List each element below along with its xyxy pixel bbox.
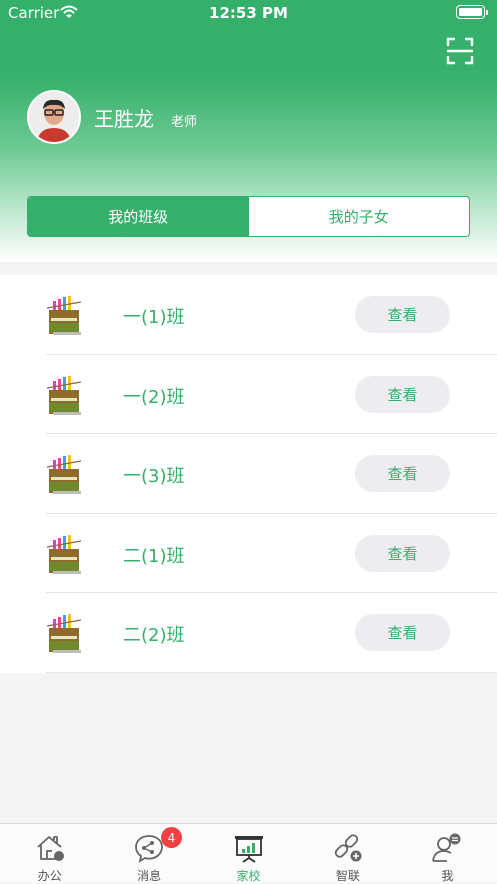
segmented-control: 我的班级 我的子女	[27, 196, 470, 237]
battery-icon	[456, 5, 488, 19]
view-button[interactable]: 查看	[355, 534, 450, 572]
class-row[interactable]: 一(3)班 查看	[0, 434, 497, 514]
class-box-icon	[46, 614, 82, 653]
tab-label: 家校	[236, 869, 261, 883]
class-row[interactable]: 一(2)班 查看	[0, 355, 497, 434]
divider	[46, 671, 497, 673]
tab-smart-link[interactable]: 智联	[298, 824, 397, 883]
class-row[interactable]: 二(2)班 查看	[0, 593, 497, 673]
link-plus-icon	[334, 834, 362, 862]
class-box-icon	[46, 534, 82, 574]
status-bar: Carrier 12:53 PM	[0, 0, 497, 26]
class-box-icon	[46, 375, 82, 415]
header: Carrier 12:53 PM 王胜龙 老师 我的班级 我的子女	[0, 0, 497, 262]
profile-icon	[432, 833, 461, 862]
tab-my-children[interactable]: 我的子女	[249, 197, 470, 236]
class-box-icon	[46, 455, 82, 494]
user-name: 王胜龙	[94, 107, 154, 131]
view-button[interactable]: 查看	[355, 455, 450, 492]
user-role: 老师	[171, 115, 198, 130]
class-box-icon	[46, 296, 82, 335]
class-row[interactable]: 一(1)班 查看	[0, 275, 497, 355]
tab-label: 智联	[335, 869, 360, 883]
tab-messages[interactable]: 消息	[99, 824, 198, 883]
view-button[interactable]: 查看	[355, 614, 450, 651]
class-list: 一(1)班 查看 一(2)班 查看 一(3)班 查看 二(1)班 查看 二(2)…	[0, 275, 497, 673]
tab-home-school[interactable]: 家校	[199, 824, 298, 883]
class-name: 二(1)班	[123, 545, 185, 567]
tab-label: 消息	[137, 869, 162, 883]
tab-me[interactable]: 我	[398, 824, 497, 883]
view-button[interactable]: 查看	[355, 296, 450, 333]
tab-office[interactable]: 办公	[0, 824, 99, 883]
status-time: 12:53 PM	[209, 4, 288, 22]
tab-bar: 办公 消息 家校 智联 我	[0, 823, 497, 883]
class-name: 一(1)班	[123, 307, 185, 328]
view-button[interactable]: 查看	[355, 375, 450, 413]
class-name: 一(3)班	[123, 466, 185, 487]
class-name: 一(2)班	[123, 386, 185, 408]
tab-my-classes[interactable]: 我的班级	[28, 197, 249, 236]
home-school-board-icon	[234, 836, 263, 863]
message-badge: 4	[161, 827, 182, 848]
office-home-icon	[37, 836, 64, 861]
scan-icon[interactable]	[446, 37, 474, 65]
class-name: 二(2)班	[123, 625, 185, 646]
avatar[interactable]	[27, 90, 81, 144]
tab-label: 我	[441, 869, 454, 883]
tab-label: 办公	[37, 869, 62, 883]
class-row[interactable]: 二(1)班 查看	[0, 514, 497, 593]
